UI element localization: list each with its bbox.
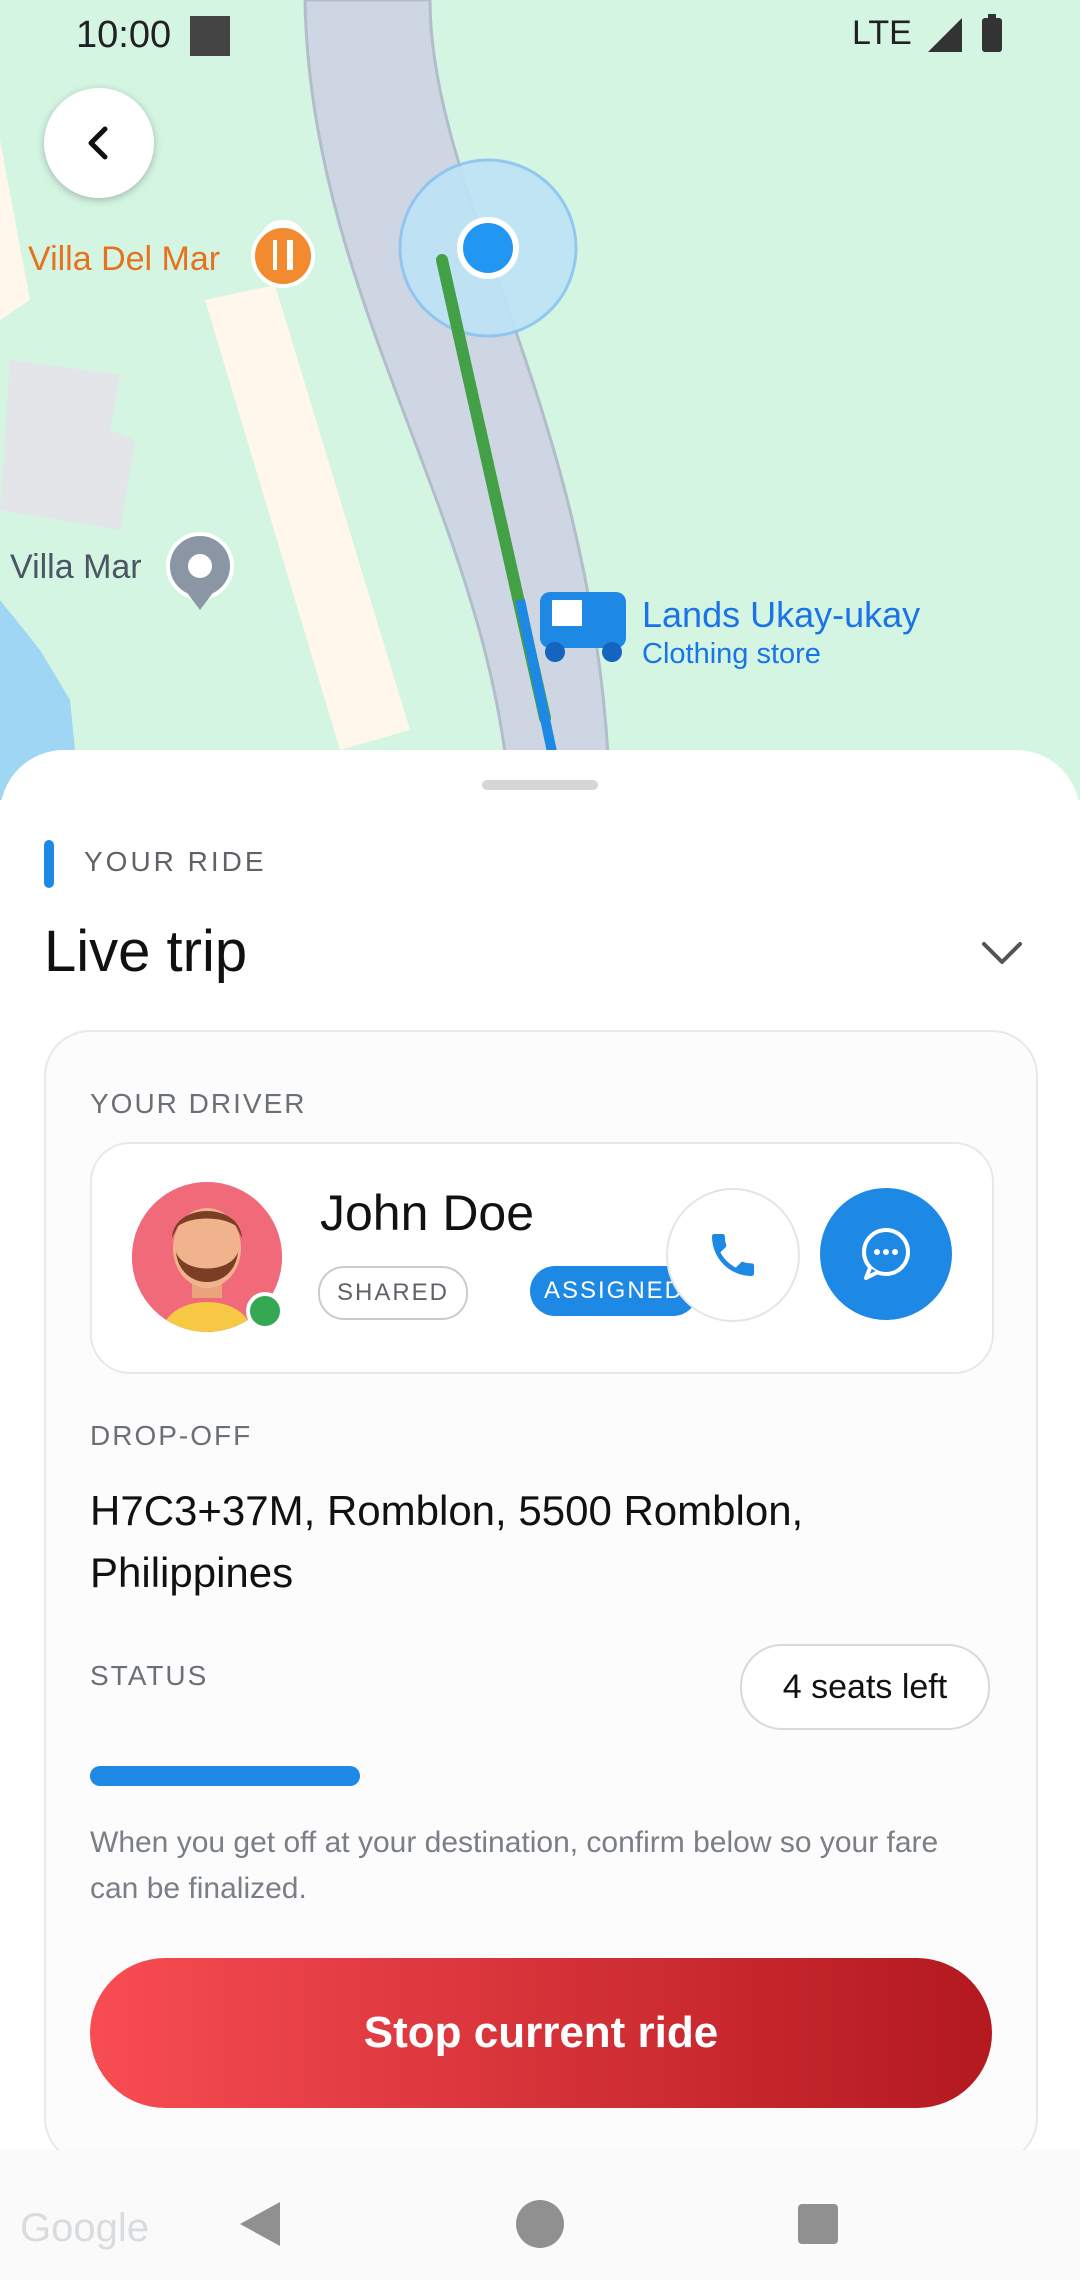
- google-watermark: Google: [20, 2206, 149, 2250]
- chat-button[interactable]: [820, 1188, 952, 1320]
- notification-icon: [190, 16, 230, 56]
- dropoff-address: H7C3+37M, Romblon, 5500 Romblon, Philipp…: [90, 1487, 804, 1596]
- dropoff-label: DROP-OFF: [90, 1420, 253, 1451]
- system-nav-bar: Google: [0, 2150, 1080, 2280]
- ride-progress-bar: [90, 1766, 990, 1786]
- back-button[interactable]: [44, 88, 154, 198]
- back-arrow-icon: [88, 126, 108, 160]
- shared-badge: SHARED: [318, 1266, 468, 1320]
- seats-left-badge: 4 seats left: [740, 1644, 990, 1730]
- section-accent-bar: [44, 840, 54, 888]
- driver-card: John Doe SHARED ASSIGNED: [90, 1142, 994, 1374]
- ride-sheet: YOUR RIDE Live trip YOUR DRIVER John Doe…: [0, 750, 1080, 2164]
- status-label: STATUS: [90, 1660, 209, 1691]
- poi-villa-mar[interactable]: Villa Mar: [10, 548, 142, 587]
- nav-home-icon[interactable]: [514, 2198, 566, 2250]
- chat-icon: [862, 1228, 910, 1280]
- driver-label: YOUR DRIVER: [90, 1088, 307, 1119]
- page-title: Live trip: [44, 919, 248, 984]
- map[interactable]: [0, 0, 1080, 800]
- ride-progress-fill: [90, 1766, 360, 1786]
- section-label: YOUR RIDE: [84, 846, 267, 877]
- battery-icon: [982, 14, 1002, 52]
- network-label: LTE: [852, 14, 912, 52]
- trip-card: YOUR DRIVER John Doe SHARED ASSIGNED DRO…: [44, 1030, 1038, 2164]
- nav-recents-icon[interactable]: [796, 2202, 840, 2246]
- online-status-dot: [246, 1292, 284, 1330]
- poi-villa-del-mar[interactable]: Villa Del Mar: [28, 240, 220, 279]
- nav-back-icon[interactable]: [236, 2198, 284, 2250]
- chevron-down-icon[interactable]: [980, 930, 1024, 974]
- sheet-handle[interactable]: [482, 780, 598, 790]
- call-button[interactable]: [666, 1188, 800, 1322]
- fare-note: When you get off at your destination, co…: [90, 1826, 939, 1905]
- signal-icon: [928, 18, 962, 52]
- stop-ride-button[interactable]: Stop current ride: [90, 1958, 992, 2108]
- status-time: 10:00: [76, 14, 172, 56]
- poi-lands-ukay[interactable]: Lands Ukay-ukay: [642, 594, 920, 636]
- status-bar: 10:00 LTE: [0, 0, 1080, 72]
- driver-name: John Doe: [320, 1185, 535, 1241]
- phone-icon: [712, 1234, 754, 1276]
- poi-lands-ukay-category: Clothing store: [642, 638, 821, 670]
